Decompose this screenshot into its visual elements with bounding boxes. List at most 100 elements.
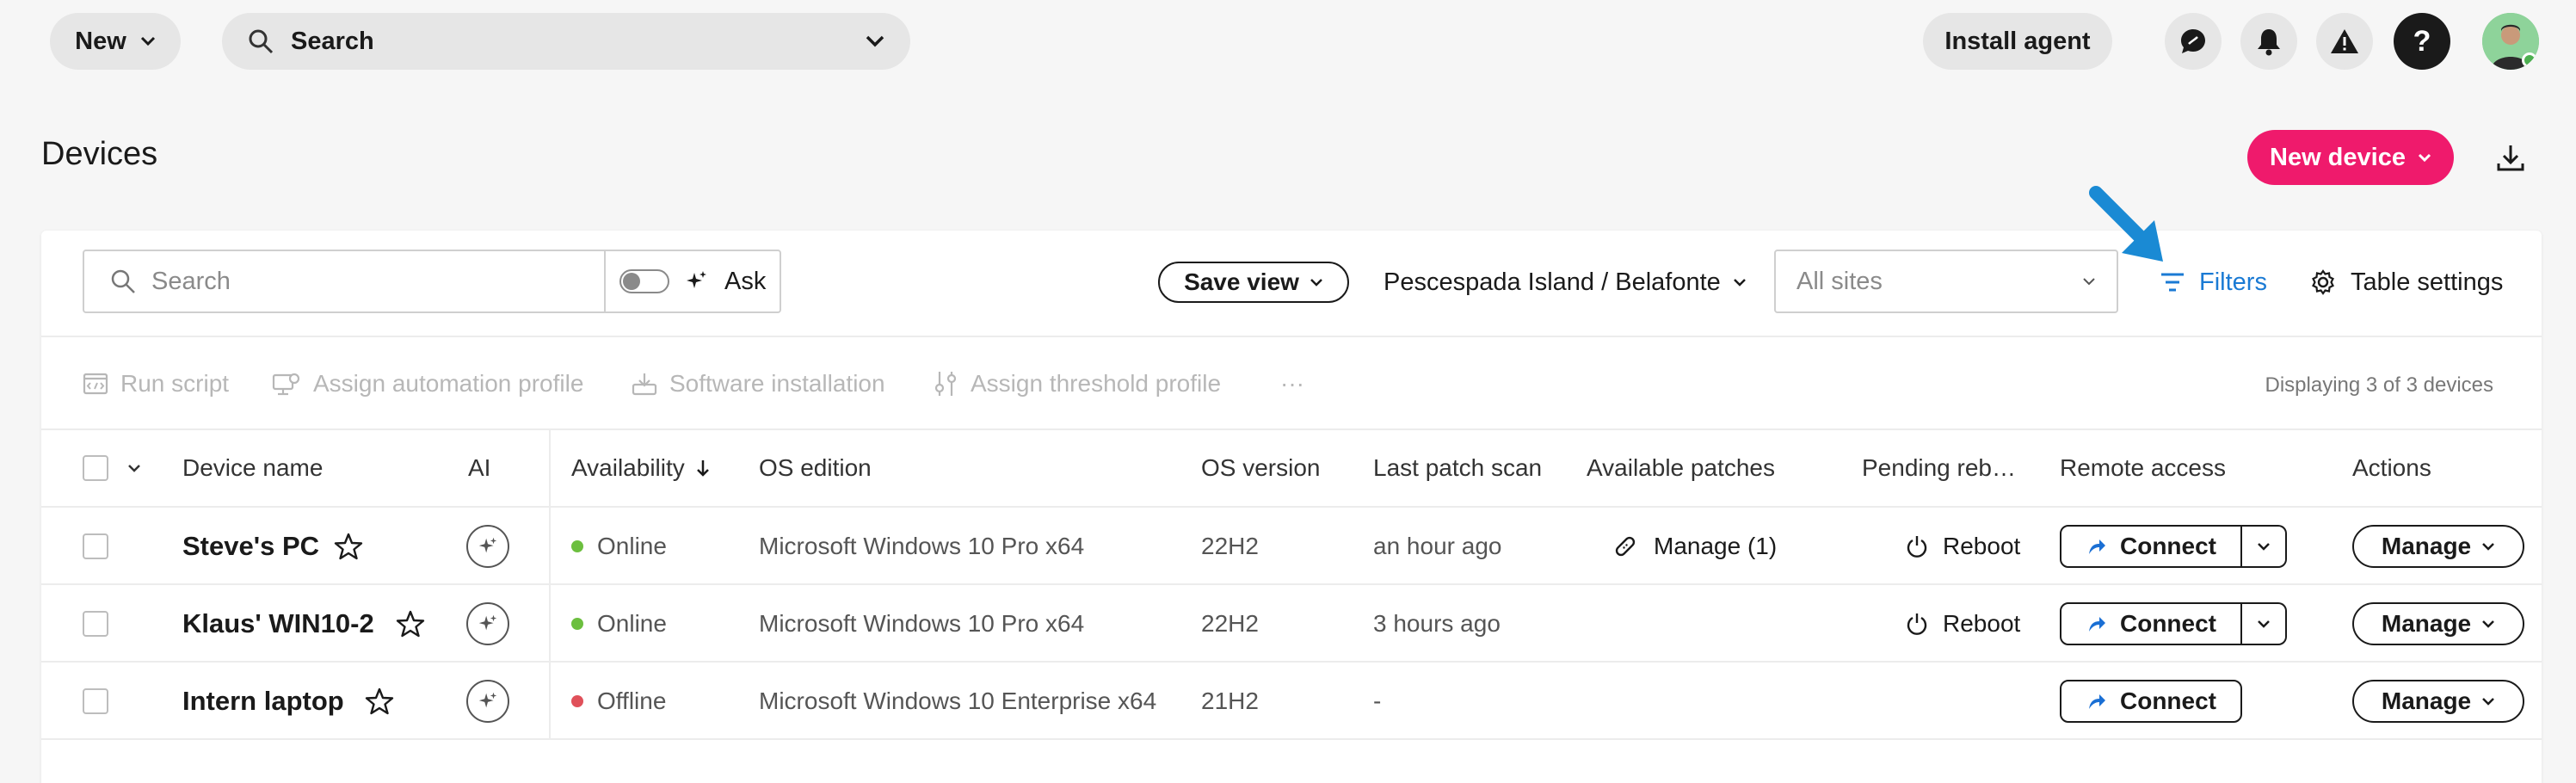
software-installation-label: Software installation [669, 370, 885, 397]
os-edition: Microsoft Windows 10 Enterprise x64 [759, 687, 1157, 714]
table-row[interactable]: Intern laptop Offline Microsoft Windows … [41, 663, 2542, 740]
connect-options-button[interactable] [2242, 525, 2287, 568]
table-row[interactable]: Klaus' WIN10-2 Online Microsoft Windows … [41, 585, 2542, 663]
device-name[interactable]: Intern laptop [182, 686, 344, 717]
chevron-down-icon [2482, 698, 2495, 706]
help-button[interactable]: ? [2394, 13, 2450, 70]
sites-select[interactable]: All sites [1774, 250, 2118, 313]
device-name[interactable]: Steve's PC [182, 531, 319, 562]
remote-connect-icon [2086, 613, 2108, 635]
column-remote-access[interactable]: Remote access [2060, 454, 2226, 482]
table-row[interactable]: Steve's PC Online Microsoft Windows 10 P… [41, 508, 2542, 585]
automation-icon [272, 371, 301, 397]
ai-assist-button[interactable] [466, 602, 509, 645]
select-all [83, 455, 141, 481]
new-menu-label: New [75, 27, 126, 55]
arrow-down-icon [695, 459, 711, 478]
chat-button[interactable] [2165, 13, 2222, 70]
manage-button[interactable]: Manage [2352, 602, 2524, 645]
power-icon [1905, 534, 1929, 558]
column-device-name[interactable]: Device name [182, 454, 323, 482]
new-menu-button[interactable]: New [50, 13, 181, 70]
ask-ai-toggle[interactable]: Ask [604, 250, 781, 313]
last-patch-scan: - [1373, 687, 1382, 714]
favorite-star-icon[interactable] [396, 585, 425, 663]
manage-label: Manage [2381, 610, 2472, 637]
chevron-down-icon [140, 36, 156, 46]
alerts-button[interactable] [2316, 13, 2373, 70]
install-agent-button[interactable]: Install agent [1923, 13, 2112, 70]
column-os-version[interactable]: OS version [1201, 454, 1321, 482]
os-edition: Microsoft Windows 10 Pro x64 [759, 610, 1085, 637]
online-status-dot [2522, 52, 2537, 68]
new-device-label: New device [2270, 143, 2406, 171]
ai-assist-button[interactable] [466, 680, 509, 723]
status-dot-offline [571, 695, 583, 707]
manage-patches-link[interactable]: Manage (1) [1612, 508, 1777, 585]
ask-label: Ask [724, 267, 767, 295]
row-checkbox[interactable] [83, 611, 108, 637]
os-version: 22H2 [1201, 533, 1259, 559]
os-version: 22H2 [1201, 610, 1259, 637]
global-search[interactable]: Search [222, 13, 910, 70]
sparkle-icon [478, 537, 497, 553]
table-header: Device name AI Availability OS edition O… [41, 430, 2542, 508]
os-edition: Microsoft Windows 10 Pro x64 [759, 533, 1085, 559]
select-all-checkbox[interactable] [83, 455, 108, 481]
row-checkbox[interactable] [83, 688, 108, 714]
ai-assist-button[interactable] [466, 525, 509, 568]
download-icon [2496, 143, 2525, 172]
favorite-star-icon[interactable] [365, 663, 394, 740]
help-icon: ? [2413, 24, 2431, 58]
more-actions-button[interactable]: ··· [1280, 368, 1304, 399]
user-avatar[interactable] [2482, 13, 2539, 70]
manage-button[interactable]: Manage [2352, 680, 2524, 723]
run-script-label: Run script [120, 370, 230, 397]
connect-options-button[interactable] [2242, 602, 2287, 645]
organization-select[interactable]: Pescespada Island / Belafonte [1384, 262, 1747, 303]
connect-label: Connect [2120, 687, 2216, 714]
connect-button[interactable]: Connect [2060, 602, 2242, 645]
status-dot-online [571, 540, 583, 552]
assign-threshold-profile-button[interactable]: Assign threshold profile [933, 368, 1221, 399]
script-icon [83, 372, 108, 396]
run-script-button[interactable]: Run script [83, 368, 229, 399]
device-name[interactable]: Klaus' WIN10-2 [182, 608, 374, 639]
column-actions[interactable]: Actions [2352, 454, 2431, 482]
sites-placeholder: All sites [1796, 267, 1883, 295]
column-pending-reboot[interactable]: Pending reb… [1862, 454, 2016, 482]
chevron-down-icon[interactable] [127, 464, 141, 472]
chat-icon [2179, 27, 2208, 56]
pointer-arrow-icon [2087, 186, 2182, 281]
column-os-edition[interactable]: OS edition [759, 454, 872, 482]
save-view-button[interactable]: Save view [1158, 262, 1349, 303]
reboot-button[interactable]: Reboot [1905, 508, 2020, 585]
table-search-input[interactable]: Search [83, 250, 606, 313]
reboot-button[interactable]: Reboot [1905, 585, 2020, 663]
row-checkbox[interactable] [83, 533, 108, 559]
download-button[interactable] [2491, 138, 2530, 177]
devices-card: Search Ask Save view Pescespada Island /… [41, 186, 2542, 783]
connect-label: Connect [2120, 533, 2216, 559]
search-icon [110, 268, 136, 294]
chevron-down-icon[interactable] [866, 35, 884, 47]
notifications-button[interactable] [2240, 13, 2297, 70]
column-available-patches[interactable]: Available patches [1587, 454, 1775, 482]
connect-button[interactable]: Connect [2060, 680, 2242, 723]
assign-automation-profile-button[interactable]: Assign automation profile [272, 368, 583, 399]
column-availability[interactable]: Availability [571, 454, 711, 482]
table-settings-button[interactable]: Table settings [2309, 262, 2503, 303]
new-device-button[interactable]: New device [2247, 130, 2454, 185]
manage-button[interactable]: Manage [2352, 525, 2524, 568]
favorite-star-icon[interactable] [334, 508, 363, 585]
connect-button[interactable]: Connect [2060, 525, 2242, 568]
table-settings-label: Table settings [2351, 268, 2504, 296]
ask-toggle-switch[interactable] [619, 269, 669, 293]
assign-automation-profile-label: Assign automation profile [313, 370, 584, 397]
column-last-patch-scan[interactable]: Last patch scan [1373, 454, 1542, 482]
column-ai[interactable]: AI [468, 454, 490, 482]
chevron-down-icon [2258, 543, 2270, 551]
software-installation-button[interactable]: Software installation [632, 368, 885, 399]
sparkle-icon [685, 269, 709, 293]
filters-label: Filters [2199, 268, 2267, 296]
